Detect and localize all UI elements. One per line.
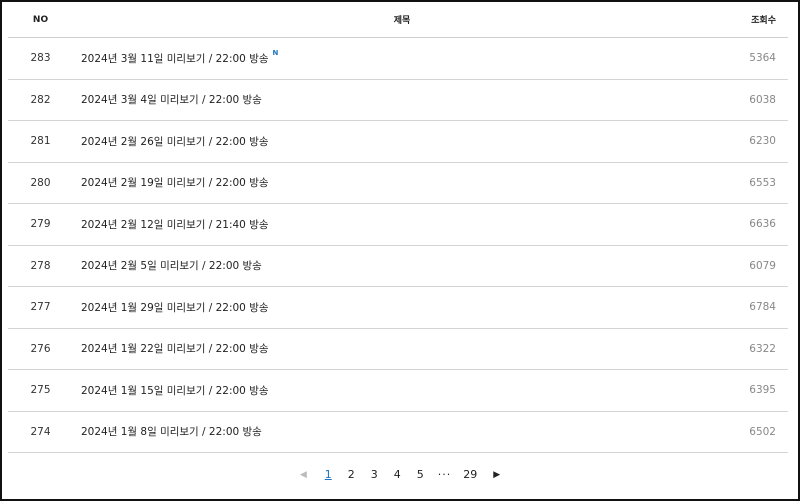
table-row[interactable]: 279 2024년 2월 12일 미리보기 / 21:40 방송 6636 [8,204,788,246]
board-frame: NO 제목 조회수 283 2024년 3월 11일 미리보기 / 22:00 … [0,0,800,501]
header-title: 제목 [393,16,411,26]
row-title[interactable]: 2024년 3월 4일 미리보기 / 22:00 방송 [73,92,731,107]
table-row[interactable]: 282 2024년 3월 4일 미리보기 / 22:00 방송 6038 [8,80,788,121]
page-2-link[interactable]: 2 [346,468,357,481]
row-no: 277 [30,301,51,314]
header-views: 조회수 [751,16,776,26]
row-no: 282 [30,93,51,106]
post-board: NO 제목 조회수 283 2024년 3월 11일 미리보기 / 22:00 … [8,2,788,453]
row-title[interactable]: 2024년 1월 8일 미리보기 / 22:00 방송 [73,424,731,439]
row-title[interactable]: 2024년 1월 29일 미리보기 / 22:00 방송 [73,300,731,315]
row-title[interactable]: 2024년 3월 11일 미리보기 / 22:00 방송 [81,53,269,65]
page-1-link[interactable]: 1 [323,468,334,481]
header-no: NO [32,14,49,25]
row-no: 278 [30,259,51,272]
row-views: 6784 [749,301,776,314]
table-row[interactable]: 274 2024년 1월 8일 미리보기 / 22:00 방송 6502 [8,412,788,453]
row-title[interactable]: 2024년 2월 19일 미리보기 / 22:00 방송 [73,175,731,190]
row-title-link[interactable]: 2024년 3월 11일 미리보기 / 22:00 방송 N [73,48,731,66]
page-4-link[interactable]: 4 [392,468,403,481]
row-no: 283 [30,52,51,65]
row-title[interactable]: 2024년 2월 26일 미리보기 / 22:00 방송 [73,134,731,149]
row-title[interactable]: 2024년 2월 5일 미리보기 / 22:00 방송 [73,258,731,273]
table-row[interactable]: 277 2024년 1월 29일 미리보기 / 22:00 방송 6784 [8,287,788,329]
row-title[interactable]: 2024년 2월 12일 미리보기 / 21:40 방송 [73,217,731,232]
pagination: ◀ 1 2 3 4 5 ··· 29 ▶ [0,468,800,481]
pagination-ellipsis: ··· [437,468,452,481]
row-views: 6038 [749,93,776,106]
row-views: 6395 [749,384,776,397]
page-3-link[interactable]: 3 [369,468,380,481]
page-5-link[interactable]: 5 [415,468,426,481]
chevron-right-icon[interactable]: ▶ [493,470,500,480]
page-last-link[interactable]: 29 [463,468,477,481]
new-badge: N [272,48,279,57]
row-no: 279 [30,218,51,231]
row-views: 6230 [749,135,776,148]
row-no: 275 [30,384,51,397]
row-views: 6502 [749,425,776,438]
row-no: 274 [30,425,51,438]
chevron-left-icon[interactable]: ◀ [300,470,307,480]
table-row[interactable]: 283 2024년 3월 11일 미리보기 / 22:00 방송 N 5364 [8,38,788,80]
table-row[interactable]: 275 2024년 1월 15일 미리보기 / 22:00 방송 6395 [8,370,788,412]
row-title[interactable]: 2024년 1월 22일 미리보기 / 22:00 방송 [73,341,731,356]
table-header: NO 제목 조회수 [8,2,788,38]
row-title[interactable]: 2024년 1월 15일 미리보기 / 22:00 방송 [73,383,731,398]
row-views: 6079 [749,259,776,272]
table-row[interactable]: 276 2024년 1월 22일 미리보기 / 22:00 방송 6322 [8,329,788,370]
table-row[interactable]: 280 2024년 2월 19일 미리보기 / 22:00 방송 6553 [8,163,788,204]
row-no: 280 [30,176,51,189]
row-views: 6553 [749,176,776,189]
row-views: 5364 [749,52,776,65]
table-row[interactable]: 281 2024년 2월 26일 미리보기 / 22:00 방송 6230 [8,121,788,163]
row-views: 6636 [749,218,776,231]
row-no: 281 [30,135,51,148]
row-no: 276 [30,342,51,355]
table-row[interactable]: 278 2024년 2월 5일 미리보기 / 22:00 방송 6079 [8,246,788,287]
row-views: 6322 [749,342,776,355]
